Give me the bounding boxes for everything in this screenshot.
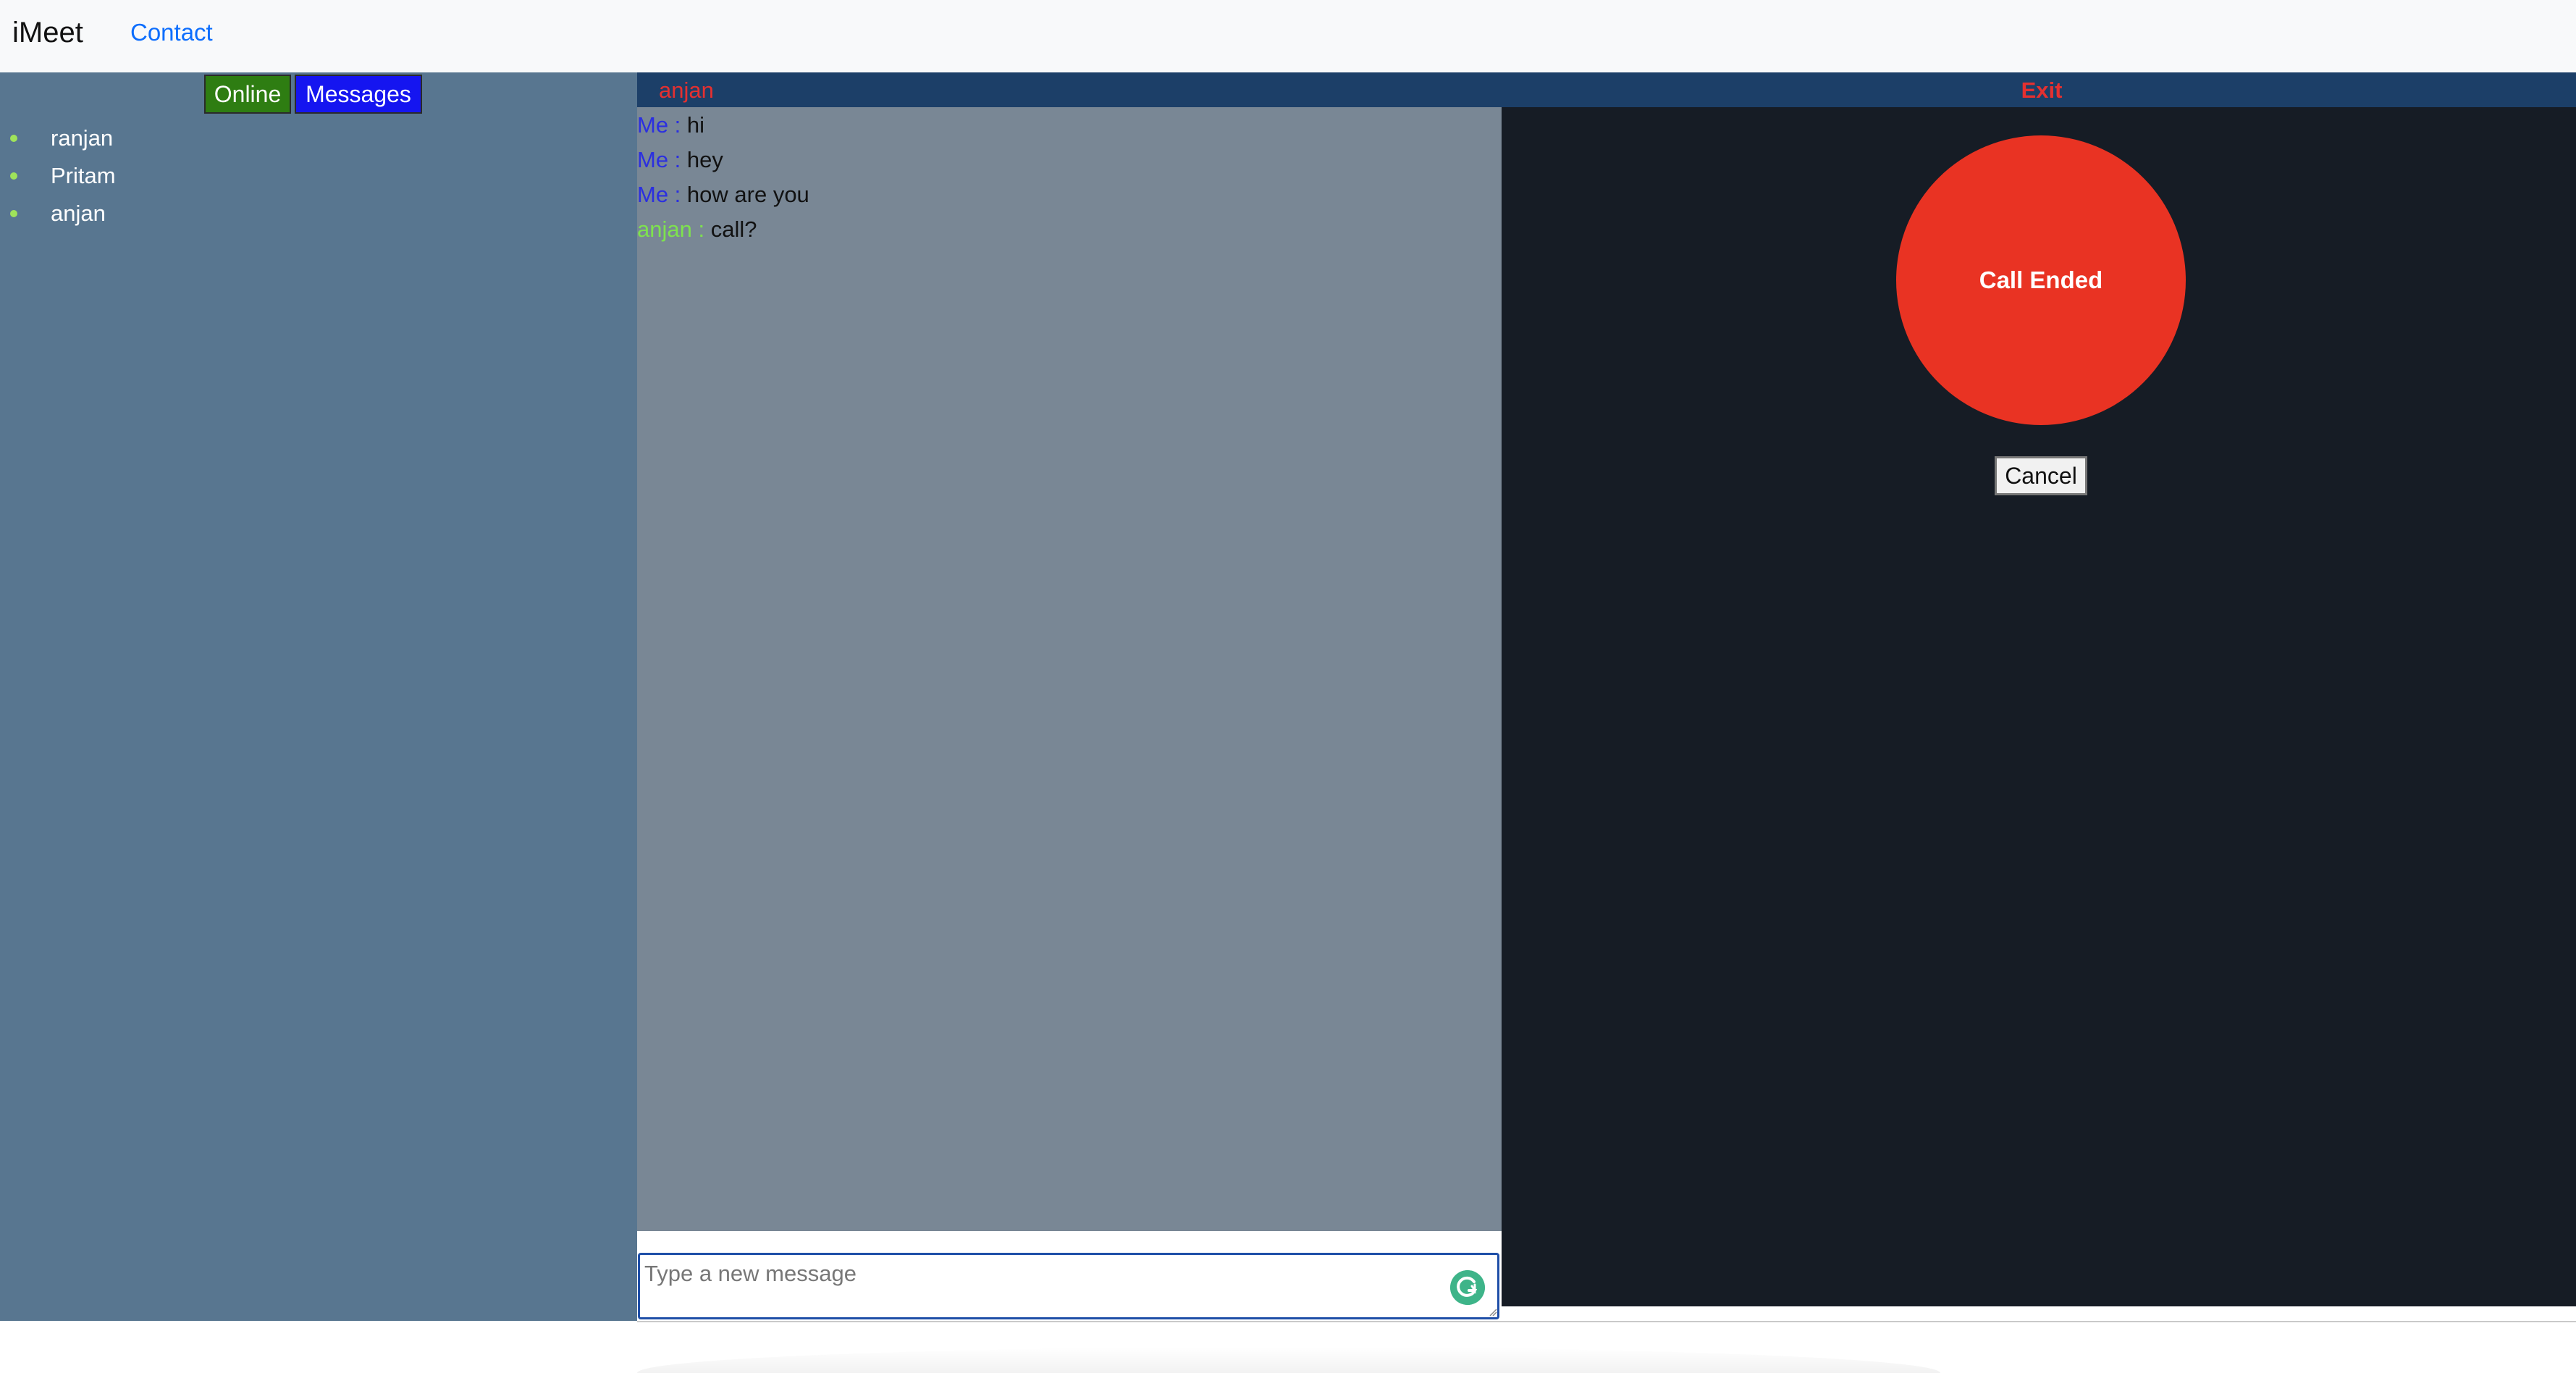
message-list (637, 107, 1502, 1231)
cancel-button[interactable]: Cancel (1995, 456, 2087, 495)
call-status-text: Call Ended (1979, 266, 2103, 293)
bottom-shadow (637, 1347, 1940, 1373)
message-sender: Me : (637, 182, 681, 207)
user-name: anjan (51, 201, 106, 226)
tab-online[interactable]: Online (204, 75, 291, 114)
user-item-pritam[interactable]: Pritam (0, 157, 116, 195)
message-sender: Me : (637, 112, 681, 138)
message-text: call? (710, 217, 757, 242)
user-item-ranjan[interactable]: ranjan (0, 119, 116, 157)
message-text: hi (686, 112, 705, 138)
message-sender: anjan : (637, 217, 705, 242)
message-item: Me : hi (637, 108, 704, 143)
online-dot-icon (10, 135, 17, 142)
app-brand[interactable]: iMeet (12, 0, 83, 65)
online-dot-icon (10, 210, 17, 217)
user-item-anjan[interactable]: anjan (0, 195, 116, 232)
call-status-indicator: Call Ended (1896, 135, 2186, 425)
user-name: Pritam (51, 163, 116, 188)
message-text: how are you (686, 182, 809, 207)
sidebar (0, 72, 637, 1321)
divider (637, 1321, 2576, 1322)
message-item: anjan : call? (637, 212, 757, 247)
chat-peer-name: anjan (659, 77, 714, 103)
online-user-list: ranjan Pritam anjan (0, 119, 116, 232)
exit-button[interactable]: Exit (1984, 72, 2100, 107)
grammarly-icon[interactable] (1450, 1270, 1485, 1305)
message-sender: Me : (637, 147, 681, 172)
tab-messages[interactable]: Messages (295, 75, 422, 114)
resize-handle-icon[interactable] (1489, 1308, 1497, 1317)
nav-link-contact[interactable]: Contact (130, 0, 213, 65)
user-name: ranjan (51, 125, 114, 151)
message-input[interactable] (638, 1253, 1499, 1319)
online-dot-icon (10, 172, 17, 180)
message-item: Me : hey (637, 143, 723, 177)
chat-header-bar (637, 72, 2576, 107)
message-text: hey (686, 147, 723, 172)
top-navbar: iMeet Contact (0, 0, 2576, 72)
message-item: Me : how are you (637, 177, 809, 212)
